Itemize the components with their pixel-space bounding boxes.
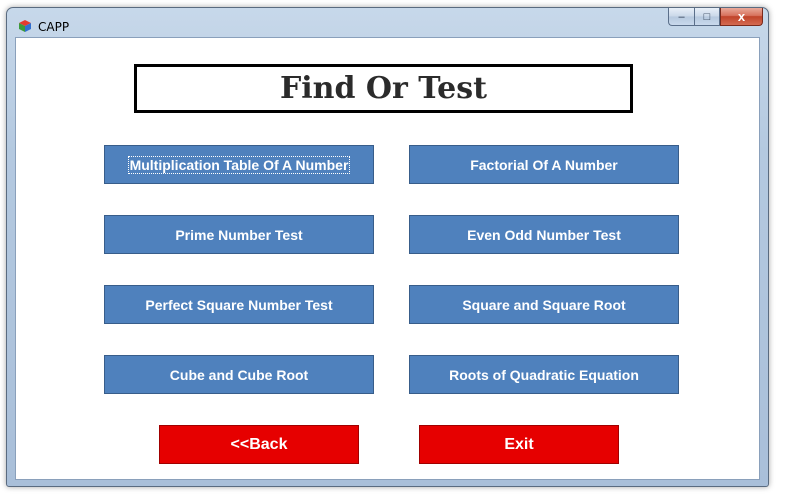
minimize-button[interactable]: – (668, 8, 694, 26)
window-controls: – □ x (668, 8, 763, 28)
exit-button-label: Exit (504, 435, 534, 453)
back-button-label: <<Back (230, 435, 288, 453)
square-root-button[interactable]: Square and Square Root (409, 285, 679, 324)
button-label: Square and Square Root (462, 296, 626, 313)
cube-root-button[interactable]: Cube and Cube Root (104, 355, 374, 394)
button-label: Roots of Quadratic Equation (449, 366, 639, 383)
button-label: Prime Number Test (175, 226, 303, 243)
button-label: Cube and Cube Root (169, 366, 309, 383)
button-label: Multiplication Table Of A Number (127, 155, 351, 174)
minimize-icon: – (678, 10, 685, 23)
window-title: CAPP (38, 20, 70, 34)
maximize-button[interactable]: □ (694, 8, 720, 26)
even-odd-test-button[interactable]: Even Odd Number Test (409, 215, 679, 254)
app-icon (19, 20, 31, 32)
page-title: Find Or Test (279, 71, 488, 106)
multiplication-table-button[interactable]: Multiplication Table Of A Number (104, 145, 374, 184)
factorial-button[interactable]: Factorial Of A Number (409, 145, 679, 184)
app-window: CAPP – □ x Find Or Test Multiplication T… (6, 7, 769, 487)
maximize-icon: □ (703, 10, 711, 23)
close-icon: x (737, 9, 746, 24)
exit-button[interactable]: Exit (419, 425, 619, 464)
button-label: Even Odd Number Test (467, 226, 621, 243)
quadratic-roots-button[interactable]: Roots of Quadratic Equation (409, 355, 679, 394)
close-button[interactable]: x (720, 8, 763, 26)
button-label: Factorial Of A Number (470, 156, 618, 173)
back-button[interactable]: <<Back (159, 425, 359, 464)
heading-box: Find Or Test (134, 64, 633, 113)
prime-number-test-button[interactable]: Prime Number Test (104, 215, 374, 254)
client-area: Find Or Test Multiplication Table Of A N… (15, 37, 760, 480)
button-label: Perfect Square Number Test (145, 296, 333, 313)
perfect-square-test-button[interactable]: Perfect Square Number Test (104, 285, 374, 324)
